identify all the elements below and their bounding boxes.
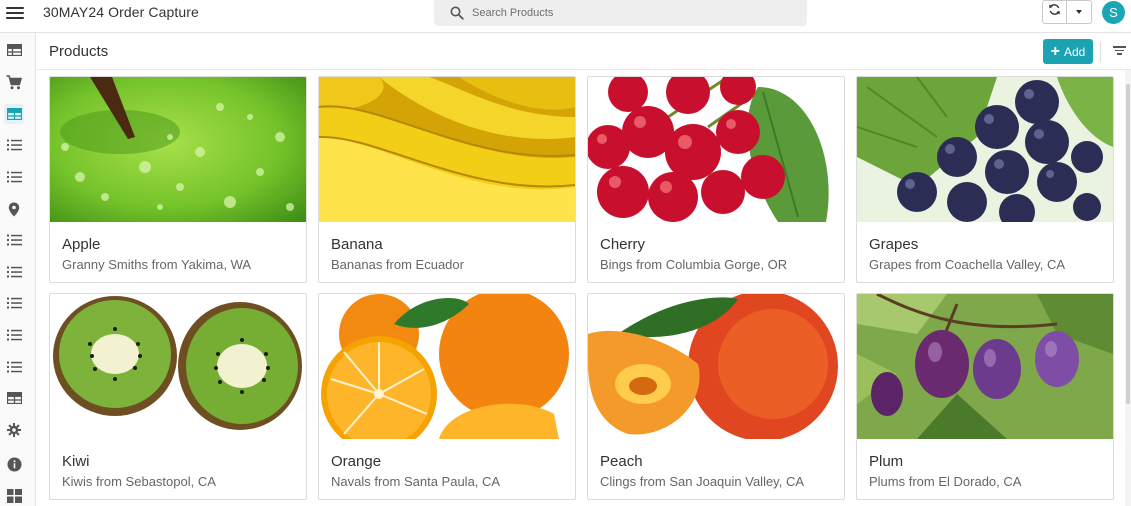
product-name: Cherry — [600, 236, 646, 253]
product-description: Grapes from Coachella Valley, CA — [869, 257, 1066, 272]
list-icon[interactable] — [4, 230, 24, 250]
product-description: Clings from San Joaquin Valley, CA — [600, 474, 805, 489]
product-name: Banana — [331, 236, 383, 253]
divider — [1100, 42, 1101, 62]
sync-options-button[interactable] — [1067, 1, 1091, 23]
product-name: Kiwi — [62, 453, 90, 470]
list-icon[interactable] — [4, 167, 24, 187]
gear-icon[interactable] — [4, 420, 24, 440]
product-description: Plums from El Dorado, CA — [869, 474, 1022, 489]
list-icon[interactable] — [4, 135, 24, 155]
product-description: Granny Smiths from Yakima, WA — [62, 257, 252, 272]
cherry-image — [588, 77, 844, 222]
list-icon[interactable] — [4, 357, 24, 377]
info-icon[interactable] — [4, 454, 24, 474]
app-title: 30MAY24 Order Capture — [43, 4, 199, 20]
filter-icon[interactable] — [1112, 46, 1126, 58]
scrollbar[interactable] — [1125, 70, 1131, 506]
sync-icon — [1048, 3, 1061, 21]
product-name: Peach — [600, 453, 643, 470]
grapes-image — [857, 77, 1113, 222]
product-card-grapes[interactable]: Grapes Grapes from Coachella Valley, CA — [856, 76, 1114, 283]
location-pin-icon[interactable] — [4, 199, 24, 219]
chevron-down-icon — [1076, 10, 1082, 14]
cart-icon[interactable] — [4, 72, 24, 92]
search-input[interactable] — [472, 7, 772, 19]
product-card-kiwi[interactable]: Kiwi Kiwis from Sebastopol, CA — [49, 293, 307, 500]
product-name: Grapes — [869, 236, 919, 253]
left-nav-rail — [0, 33, 36, 506]
nav-table-icon[interactable] — [4, 40, 24, 60]
avatar[interactable]: S — [1102, 1, 1125, 24]
list-icon[interactable] — [4, 262, 24, 282]
product-card-cherry[interactable]: Cherry Bings from Columbia Gorge, OR — [587, 76, 845, 283]
plus-icon: + — [1050, 42, 1060, 60]
add-button[interactable]: + Add — [1043, 39, 1093, 64]
banana-image — [319, 77, 575, 222]
menu-icon[interactable] — [6, 4, 24, 22]
peach-image — [588, 294, 844, 439]
product-card-orange[interactable]: Orange Navals from Santa Paula, CA — [318, 293, 576, 500]
list-icon[interactable] — [4, 293, 24, 313]
product-description: Bings from Columbia Gorge, OR — [600, 257, 788, 272]
product-description: Navals from Santa Paula, CA — [331, 474, 501, 489]
product-name: Plum — [869, 453, 904, 470]
product-name: Orange — [331, 453, 382, 470]
product-card-apple[interactable]: Apple Granny Smiths from Yakima, WA — [49, 76, 307, 283]
plum-image — [857, 294, 1113, 439]
search-icon — [442, 6, 472, 20]
sync-button[interactable] — [1043, 1, 1067, 23]
sync-button-group — [1042, 0, 1092, 24]
dashboard-icon[interactable] — [4, 486, 24, 506]
nav-grid-icon[interactable] — [4, 104, 24, 124]
list-icon[interactable] — [4, 325, 24, 345]
scrollbar-thumb[interactable] — [1126, 84, 1130, 404]
page-title: Products — [49, 43, 109, 60]
orange-image — [319, 294, 575, 439]
divider — [37, 69, 1131, 70]
product-description: Bananas from Ecuador — [331, 257, 464, 272]
search-box[interactable] — [434, 0, 807, 26]
kiwi-image — [50, 294, 306, 439]
product-name: Apple — [62, 236, 101, 253]
nav-table-icon[interactable] — [4, 388, 24, 408]
product-card-banana[interactable]: Banana Bananas from Ecuador — [318, 76, 576, 283]
add-button-label: Add — [1063, 44, 1086, 59]
top-bar: 30MAY24 Order Capture S — [0, 0, 1131, 33]
green-apple-image — [50, 77, 306, 222]
product-card-plum[interactable]: Plum Plums from El Dorado, CA — [856, 293, 1114, 500]
product-card-peach[interactable]: Peach Clings from San Joaquin Valley, CA — [587, 293, 845, 500]
product-description: Kiwis from Sebastopol, CA — [62, 474, 216, 489]
